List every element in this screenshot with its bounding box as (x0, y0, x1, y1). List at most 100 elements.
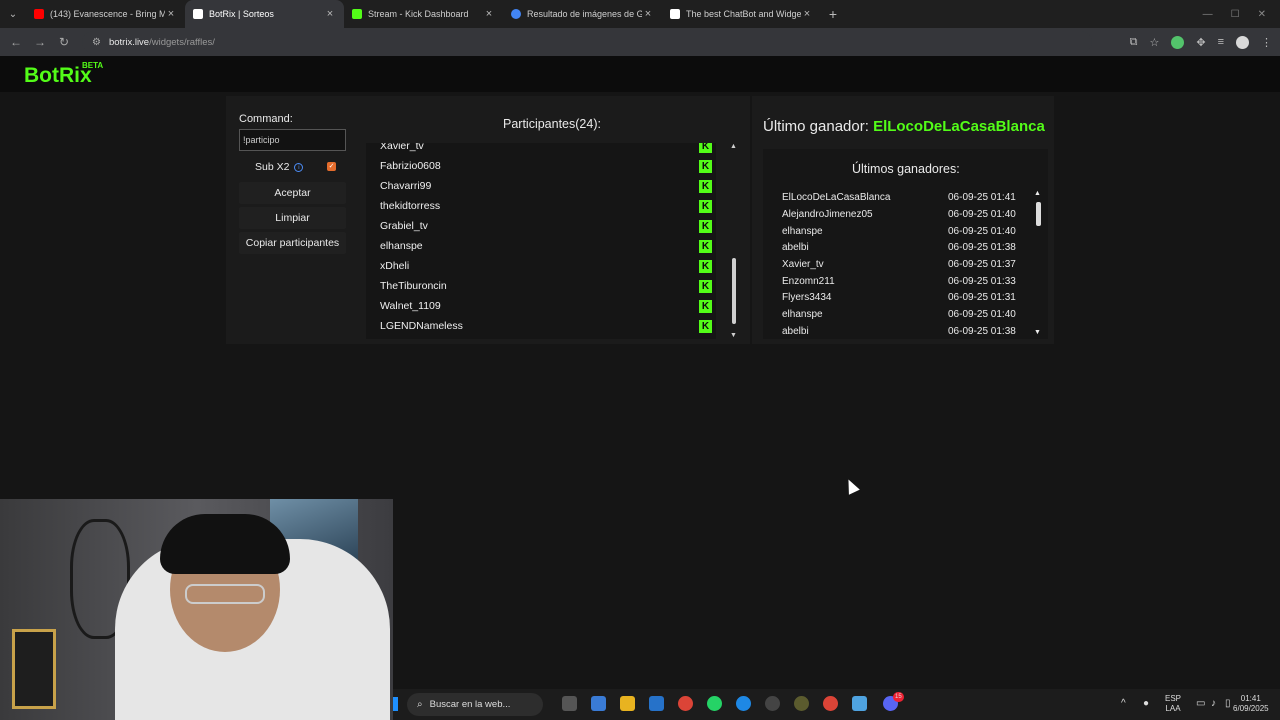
file-explorer-icon[interactable] (620, 696, 635, 711)
clock[interactable]: 01:41 6/09/2025 (1233, 694, 1269, 714)
winner-name: abelbi (782, 242, 809, 253)
media-control-icon[interactable]: ≡ (1218, 36, 1224, 48)
winner-date: 06-09-25 01:40 (948, 226, 1016, 237)
language-bottom: LAA (1165, 704, 1181, 713)
participants-list[interactable]: Xavier_tv K Fabrizio0608 K Chavarri99 K the… (366, 143, 716, 339)
app-icon[interactable] (794, 696, 809, 711)
participant-name: elhanspe (380, 240, 423, 252)
tab-title: BotRix | Sorteos (209, 9, 274, 19)
language-indicator[interactable]: ESP LAA (1165, 694, 1181, 714)
window-controls: — ☐ ✕ (1203, 9, 1280, 20)
webcam-person-hair (160, 514, 290, 574)
tab-search-icon[interactable]: ⌄ (0, 0, 26, 28)
winner-name: elhanspe (782, 226, 823, 237)
taskbar-search-placeholder: Buscar en la web... (429, 699, 511, 710)
participant-name: LGENDNameless (380, 320, 463, 332)
table-row: abelbi 06-09-25 01:38 (773, 240, 1035, 256)
chrome-icon[interactable] (678, 696, 693, 711)
task-view-icon[interactable] (562, 696, 577, 711)
bookmark-star-icon[interactable]: ☆ (1149, 36, 1159, 49)
webcam-glasses (185, 584, 265, 604)
translate-icon[interactable]: ⧉ (1130, 36, 1138, 49)
scroll-down-icon[interactable]: ▼ (730, 332, 737, 339)
microphone-icon[interactable]: ● (1143, 698, 1149, 709)
list-item: TheTiburoncin K (366, 277, 716, 297)
participant-name: thekidtorress (380, 200, 441, 212)
sub-x2-checkbox[interactable]: ✓ (327, 162, 336, 171)
list-item: Fabrizio0608 K (366, 157, 716, 177)
accept-button[interactable]: Aceptar (239, 182, 346, 204)
whatsapp-icon[interactable] (707, 696, 722, 711)
start-indicator[interactable] (393, 697, 398, 711)
close-tab-icon[interactable]: × (165, 8, 177, 20)
kick-icon: K (699, 260, 712, 273)
site-info-icon[interactable]: ⚙ (92, 37, 101, 48)
tab-title: Resultado de imágenes de Goo (527, 9, 642, 19)
battery-icon[interactable]: ▯ (1225, 698, 1231, 709)
close-tab-icon[interactable]: × (642, 8, 654, 20)
command-input[interactable] (239, 129, 346, 151)
browser-tab-bar: ⌄ (143) Evanescence - Bring Me T × BotRi… (0, 0, 1280, 28)
browser-tab-0[interactable]: (143) Evanescence - Bring Me T × (26, 0, 185, 28)
extensions-puzzle-icon[interactable]: ✥ (1196, 36, 1205, 49)
new-tab-button[interactable]: + (821, 6, 845, 22)
tray-chevron-icon[interactable]: ^ (1121, 698, 1126, 709)
copy-participants-button[interactable]: Copiar participantes (239, 232, 346, 254)
minimize-icon[interactable]: — (1203, 9, 1213, 20)
scroll-thumb[interactable] (1036, 202, 1041, 226)
beta-badge: BETA (82, 61, 104, 70)
table-row: Enzomn211 06-09-25 01:33 (773, 274, 1035, 290)
browser-tab-1[interactable]: BotRix | Sorteos × (185, 0, 344, 28)
scroll-thumb[interactable] (732, 258, 736, 324)
tab-title: Stream - Kick Dashboard (368, 9, 469, 19)
scroll-up-icon[interactable]: ▲ (1034, 190, 1041, 197)
copilot-icon[interactable] (591, 696, 606, 711)
browser-tab-4[interactable]: The best ChatBot and Widgets × (662, 0, 821, 28)
winner-date: 06-09-25 01:38 (948, 326, 1016, 336)
edge-icon[interactable] (736, 696, 751, 711)
store-icon[interactable] (649, 696, 664, 711)
browser-tab-3[interactable]: Resultado de imágenes de Goo × (503, 0, 662, 28)
participant-name: Chavarri99 (380, 180, 432, 192)
participant-name: Fabrizio0608 (380, 160, 441, 172)
taskbar-search[interactable]: ⌕ Buscar en la web... (407, 693, 543, 716)
participants-scrollbar[interactable]: ▲ ▼ (727, 143, 741, 339)
kick-icon (352, 9, 362, 19)
winners-list[interactable]: ElLocoDeLaCasaBlanca 06-09-25 01:41 Aleja… (773, 190, 1035, 336)
winner-date: 06-09-25 01:31 (948, 292, 1016, 303)
kick-icon: K (699, 320, 712, 333)
clear-button[interactable]: Limpiar (239, 207, 346, 229)
mouse-cursor (843, 476, 860, 495)
profile-avatar-icon[interactable] (1236, 35, 1249, 49)
scroll-up-icon[interactable]: ▲ (730, 143, 737, 150)
close-window-icon[interactable]: ✕ (1258, 9, 1266, 20)
chrome-icon[interactable] (823, 696, 838, 711)
reload-icon[interactable]: ↻ (52, 30, 76, 54)
close-tab-icon[interactable]: × (483, 8, 495, 20)
scroll-down-icon[interactable]: ▼ (1034, 329, 1041, 336)
kick-icon: K (699, 160, 712, 173)
notepad-icon[interactable] (852, 696, 867, 711)
winners-scrollbar[interactable]: ▲ ▼ (1032, 190, 1044, 336)
list-item: Walnet_1109 K (366, 297, 716, 317)
browser-tab-2[interactable]: Stream - Kick Dashboard × (344, 0, 503, 28)
menu-kebab-icon[interactable]: ⋮ (1261, 36, 1272, 49)
info-icon[interactable]: i (294, 162, 304, 172)
winner-name: Xavier_tv (782, 259, 824, 270)
volume-icon[interactable]: ♪ (1211, 698, 1216, 709)
kick-icon: K (699, 240, 712, 253)
network-icon[interactable]: ▭ (1196, 698, 1205, 709)
clock-time: 01:41 (1240, 694, 1261, 703)
list-item: elhanspe K (366, 237, 716, 257)
app-icon[interactable] (765, 696, 780, 711)
back-icon[interactable]: ← (4, 30, 28, 54)
tab-title: (143) Evanescence - Bring Me T (50, 9, 165, 19)
address-bar[interactable]: ⚙ botrix.live /widgets/raffles/ (82, 31, 1092, 53)
close-tab-icon[interactable]: × (324, 8, 336, 20)
extension-shield-icon[interactable] (1171, 35, 1185, 49)
webcam-overlay (0, 499, 393, 720)
forward-icon[interactable]: → (28, 30, 52, 54)
maximize-icon[interactable]: ☐ (1231, 9, 1240, 20)
kick-icon: K (699, 280, 712, 293)
close-tab-icon[interactable]: × (801, 8, 813, 20)
